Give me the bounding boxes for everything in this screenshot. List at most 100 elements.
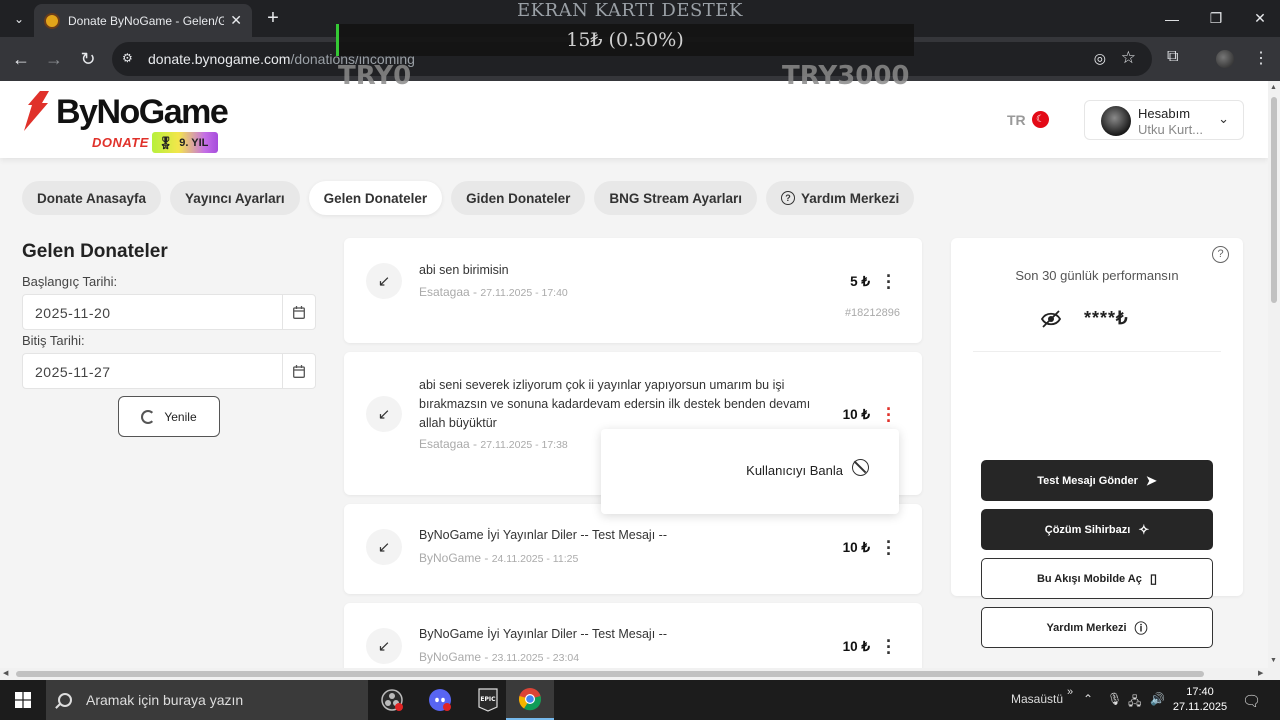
clock-date: 27.11.2025: [1172, 701, 1228, 713]
tab-help-center[interactable]: ? Yardım Merkezi: [765, 181, 915, 215]
windows-logo-icon: [15, 692, 31, 708]
scroll-down-icon[interactable]: ▼: [1270, 657, 1277, 664]
send-icon: ➤: [1145, 472, 1157, 488]
tab-search-chevron-icon[interactable]: ⌄: [8, 8, 30, 30]
new-tab-button[interactable]: +: [262, 8, 284, 30]
clock-time: 17:40: [1186, 686, 1214, 698]
goal-max-label: TRY3000: [782, 61, 910, 91]
eye-off-icon[interactable]: [1040, 308, 1062, 330]
minimize-button[interactable]: —: [1150, 0, 1194, 37]
more-options-icon[interactable]: · · ·: [884, 400, 894, 430]
discord-app-icon[interactable]: [416, 680, 464, 720]
horizontal-scrollbar[interactable]: ◀ ▶: [0, 668, 1280, 680]
donation-meta: ByNoGame - 23.11.2025 - 23:04: [419, 650, 580, 664]
account-name: Utku Kurt...: [1138, 122, 1204, 137]
epic-games-app-icon[interactable]: EPIC: [464, 680, 512, 720]
donation-amount: 10 ₺: [842, 639, 870, 654]
site-info-icon[interactable]: ⚙: [122, 51, 138, 67]
scroll-right-icon[interactable]: ▶: [1258, 669, 1263, 677]
scroll-up-icon[interactable]: ▲: [1270, 84, 1277, 91]
end-date-value: 2025-11-27: [35, 364, 111, 380]
forward-arrow-icon[interactable]: →: [43, 48, 65, 70]
site-header: ByNoGame DONATE 🎖 9. YIL TR ☾ Hesabım Utk…: [0, 81, 1268, 158]
maximize-button[interactable]: ❐: [1194, 0, 1238, 37]
solution-wizard-button[interactable]: Çözüm Sihirbazı ✧: [981, 509, 1213, 550]
logo-name: ByNoGame: [56, 93, 229, 131]
donation-meta: Esatagaa - 27.11.2025 - 17:38: [419, 437, 568, 451]
tab-title: Donate ByNoGame - Gelen/Gid: [68, 13, 225, 28]
goal-overlay-title: EKRAN KARTI DESTEK: [517, 0, 743, 21]
close-window-button[interactable]: ✕: [1238, 0, 1280, 37]
reload-icon[interactable]: ↻: [77, 48, 99, 70]
toolbar-expand-icon[interactable]: »: [1067, 686, 1073, 698]
obs-app-icon[interactable]: [368, 680, 416, 720]
browser-tab[interactable]: Donate ByNoGame - Gelen/Gid ✕: [34, 4, 252, 37]
tab-streamer-settings[interactable]: Yayıncı Ayarları: [170, 181, 300, 215]
calendar-icon[interactable]: [282, 295, 315, 329]
help-circle-icon: ⓘ: [1134, 621, 1148, 636]
notifications-icon[interactable]: 🗨: [1242, 692, 1261, 710]
account-menu[interactable]: Hesabım Utku Kurt... ⌄: [1084, 100, 1244, 140]
donation-meta: ByNoGame - 24.11.2025 - 11:25: [419, 551, 579, 565]
refresh-button[interactable]: Yenile: [118, 396, 220, 437]
page: ByNoGame DONATE 🎖 9. YIL TR ☾ Hesabım Utk…: [0, 81, 1268, 668]
donation-card: ↙ abi sen birimisin Esatagaa - 27.11.202…: [344, 238, 922, 343]
goal-min-label: TRY0: [338, 61, 412, 91]
logo-mark-icon: [24, 91, 49, 131]
end-date-field[interactable]: 2025-11-27: [22, 353, 316, 389]
donation-amount: 5 ₺: [850, 274, 870, 289]
incoming-arrow-icon: ↙: [366, 628, 402, 664]
language-label[interactable]: TR: [1007, 112, 1026, 128]
windows-start-button[interactable]: [0, 680, 46, 720]
eye-slash-icon[interactable]: ◎: [1094, 50, 1106, 67]
network-icon[interactable]: 🖧: [1128, 692, 1141, 713]
browser-profile-avatar[interactable]: [1216, 50, 1234, 68]
tab-donate-home[interactable]: Donate Anasayfa: [22, 181, 162, 215]
chrome-app-icon[interactable]: [506, 680, 554, 720]
donation-card: ↙ ByNoGame İyi Yayınlar Diler -- Test Me…: [344, 603, 922, 668]
ban-icon[interactable]: [852, 459, 869, 476]
more-options-icon[interactable]: · · ·: [884, 533, 894, 563]
donation-id: #18212896: [844, 307, 900, 319]
taskbar-search-input[interactable]: Aramak için buraya yazın: [46, 680, 368, 720]
tab-close-icon[interactable]: ✕: [230, 12, 242, 29]
tab-stream-settings[interactable]: BNG Stream Ayarları: [594, 181, 757, 215]
donation-card: ↙ ByNoGame İyi Yayınlar Diler -- Test Me…: [344, 504, 922, 594]
help-circle-icon: ?: [780, 191, 795, 205]
volume-icon[interactable]: 🔊: [1150, 692, 1165, 706]
scroll-left-icon[interactable]: ◀: [3, 669, 8, 677]
chevron-up-icon[interactable]: ⌃: [1083, 692, 1093, 706]
help-center-button[interactable]: Yardım Merkezi ⓘ: [981, 607, 1213, 648]
microphone-icon[interactable]: 🎙: [1107, 692, 1122, 706]
more-options-icon[interactable]: · · ·: [884, 632, 894, 662]
ban-user-option[interactable]: Kullanıcıyı Banla: [746, 463, 843, 478]
taskbar-clock[interactable]: 17:40 27.11.2025: [1170, 685, 1230, 715]
performance-value: ****₺: [1084, 308, 1129, 328]
tab-incoming-donations[interactable]: Gelen Donateler: [308, 181, 443, 215]
start-date-value: 2025-11-20: [35, 305, 111, 321]
start-date-field[interactable]: 2025-11-20: [22, 294, 316, 330]
tab-outgoing-donations[interactable]: Giden Donateler: [451, 181, 586, 215]
open-on-mobile-button[interactable]: Bu Akışı Mobilde Aç ▯: [981, 558, 1213, 599]
incoming-arrow-icon: ↙: [366, 529, 402, 565]
donation-message: ByNoGame İyi Yayınlar Diler -- Test Mesa…: [419, 627, 667, 641]
scroll-thumb[interactable]: [1271, 97, 1277, 303]
account-title: Hesabım: [1138, 106, 1191, 121]
desktop-label[interactable]: Masaüstü: [1011, 692, 1063, 706]
menu-dots-icon[interactable]: ⋮: [1253, 48, 1269, 68]
favicon-icon: [44, 12, 60, 29]
back-arrow-icon[interactable]: ←: [10, 48, 32, 70]
search-icon: [58, 693, 72, 707]
vertical-scrollbar[interactable]: ▲ ▼: [1268, 81, 1280, 668]
more-options-icon[interactable]: · · ·: [884, 267, 894, 297]
scroll-thumb[interactable]: [16, 671, 1204, 677]
incoming-arrow-icon: ↙: [366, 396, 402, 432]
turkey-flag-icon[interactable]: ☾: [1032, 111, 1049, 128]
send-test-message-button[interactable]: Test Mesajı Gönder ➤: [981, 460, 1213, 501]
extensions-icon[interactable]: ⧉: [1167, 48, 1178, 66]
donation-message: abi seni severek izliyorum çok ii yayınl…: [419, 378, 811, 430]
bookmark-star-icon[interactable]: ☆: [1121, 48, 1136, 68]
sparkle-icon: ✧: [1138, 521, 1150, 537]
calendar-icon[interactable]: [282, 354, 315, 388]
help-icon[interactable]: ?: [1212, 246, 1229, 263]
